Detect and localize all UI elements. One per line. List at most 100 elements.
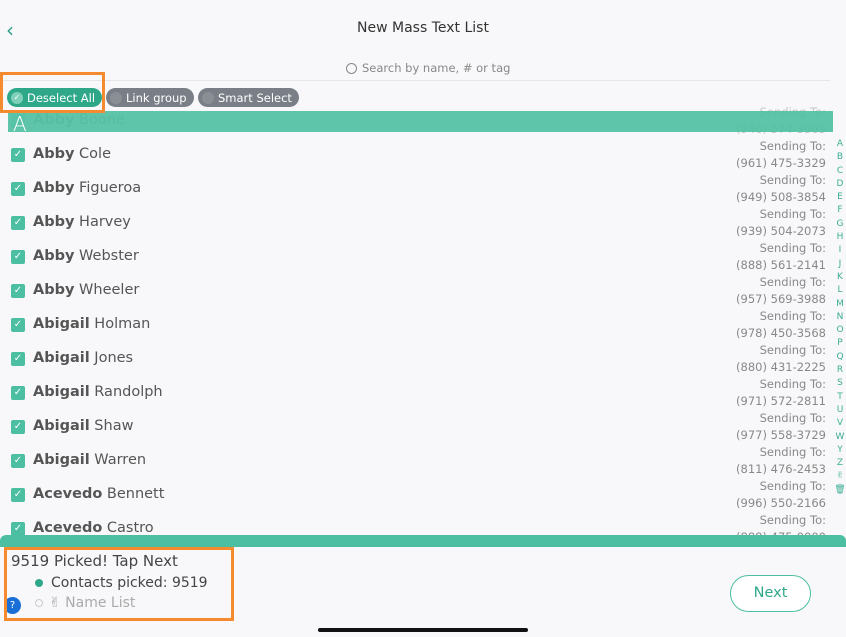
checkbox-checked-icon[interactable]: ✓ xyxy=(11,216,25,230)
radio-icon xyxy=(110,91,122,104)
index-letter[interactable]: A xyxy=(834,138,846,151)
sending-to-label: Sending To: xyxy=(759,309,826,323)
sending-to: Sending To: (939) 504-2073 xyxy=(736,206,826,240)
checkbox-checked-icon[interactable]: ✓ xyxy=(11,352,25,366)
index-letter[interactable]: B xyxy=(834,151,846,164)
checkbox-checked-icon[interactable]: ✓ xyxy=(11,522,25,536)
index-letter[interactable]: H xyxy=(834,231,846,244)
sending-to: Sending To: (996) 550-2166 xyxy=(736,478,826,512)
index-letter[interactable]: M xyxy=(834,298,846,311)
sending-to-label: Sending To: xyxy=(759,343,826,357)
contact-name: Abby Wheeler xyxy=(33,282,139,298)
sending-to-label: Sending To: xyxy=(759,275,826,289)
link-group-label: Link group xyxy=(126,90,187,105)
sending-to: Sending To: (957) 569-3988 xyxy=(736,274,826,308)
contact-row[interactable]: ✓ Abigail Warren Sending To: (811) 476-24… xyxy=(0,444,830,478)
index-letter[interactable]: P xyxy=(834,337,846,350)
index-letter[interactable]: S xyxy=(834,377,846,390)
contact-row[interactable]: ✓ Acevedo Bennett Sending To: (996) 550-2… xyxy=(0,478,830,512)
index-letter[interactable]: 🗑 xyxy=(834,484,846,497)
index-letter[interactable]: U xyxy=(834,404,846,417)
index-letter[interactable]: J xyxy=(834,258,846,271)
checkbox-checked-icon[interactable]: ✓ xyxy=(11,386,25,400)
index-letter[interactable]: R xyxy=(834,364,846,377)
contact-row[interactable]: ✓ Abby Cole Sending To: (961) 475-3329 xyxy=(0,138,830,172)
checkbox-checked-icon[interactable]: ✓ xyxy=(11,420,25,434)
contact-row[interactable]: ✓ Abby Webster Sending To: (888) 561-2141 xyxy=(0,240,830,274)
first-name: Abby xyxy=(33,214,75,230)
contact-row[interactable]: ✓ Abigail Shaw Sending To: (977) 558-3729 xyxy=(0,410,830,444)
index-letter[interactable]: C xyxy=(834,165,846,178)
contact-row[interactable]: ✓ Abigail Jones Sending To: (880) 431-222… xyxy=(0,342,830,376)
checkbox-checked-icon[interactable]: ✓ xyxy=(11,182,25,196)
contact-name: Abby Cole xyxy=(33,146,111,162)
last-name: Cole xyxy=(79,146,111,162)
divider xyxy=(0,80,830,81)
smart-select-label: Smart Select xyxy=(218,90,292,105)
sending-to-label: Sending To: xyxy=(759,173,826,187)
first-name: Abigail xyxy=(33,316,90,332)
last-name: Figueroa xyxy=(79,180,142,196)
index-letter[interactable]: W xyxy=(834,431,846,444)
index-letter[interactable]: K xyxy=(834,271,846,284)
first-name: Abby xyxy=(33,282,75,298)
phone-number: (977) 558-3729 xyxy=(736,428,826,442)
index-letter[interactable]: I xyxy=(834,244,846,257)
radio-icon xyxy=(202,91,214,104)
last-name: Jones xyxy=(94,350,134,366)
checkbox-checked-icon[interactable]: ✓ xyxy=(11,488,25,502)
alphabet-index[interactable]: A B C D E F G H I J K L M N O P Q R S T U V W Y Z ✌ 🗑 xyxy=(834,138,846,497)
phone-number: (888) 561-2141 xyxy=(736,258,826,272)
highlight-box-status xyxy=(4,547,234,621)
contact-name: Abby Webster xyxy=(33,248,139,264)
index-letter[interactable]: Q xyxy=(834,351,846,364)
first-name: Abby xyxy=(33,146,75,162)
last-name: Holman xyxy=(94,316,151,332)
index-letter[interactable]: E xyxy=(834,191,846,204)
sending-to-label: Sending To: xyxy=(759,377,826,391)
contact-row[interactable]: ✓ Abby Figueroa Sending To: (949) 508-385… xyxy=(0,172,830,206)
index-letter[interactable]: N xyxy=(834,311,846,324)
index-letter[interactable]: Z xyxy=(834,457,846,470)
sending-to-label: Sending To: xyxy=(759,207,826,221)
last-name: Warren xyxy=(94,452,147,468)
first-name: Abigail xyxy=(33,452,90,468)
index-letter[interactable]: V xyxy=(834,417,846,430)
sending-to-label: Sending To: xyxy=(759,241,826,255)
sending-to: Sending To: (961) 475-3329 xyxy=(736,138,826,172)
index-letter[interactable]: D xyxy=(834,178,846,191)
checkbox-checked-icon[interactable]: ✓ xyxy=(11,318,25,332)
index-letter[interactable]: ✌ xyxy=(834,470,846,483)
sending-to: Sending To: (978) 450-3568 xyxy=(736,308,826,342)
last-name: Shaw xyxy=(94,418,134,434)
index-letter[interactable]: L xyxy=(834,284,846,297)
index-letter[interactable]: F xyxy=(834,204,846,217)
sending-to: Sending To: (811) 476-2453 xyxy=(736,444,826,478)
sending-to-label: Sending To: xyxy=(759,445,826,459)
checkbox-checked-icon[interactable]: ✓ xyxy=(11,284,25,298)
sending-to: Sending To: (888) 561-2141 xyxy=(736,240,826,274)
checkbox-checked-icon[interactable]: ✓ xyxy=(11,454,25,468)
contact-row[interactable]: ✓ Abigail Randolph Sending To: (971) 572-… xyxy=(0,376,830,410)
index-letter[interactable]: G xyxy=(834,218,846,231)
last-name: Harvey xyxy=(79,214,131,230)
search-input[interactable]: Search by name, # or tag xyxy=(346,61,510,75)
sending-to-label: Sending To: xyxy=(759,411,826,425)
last-name: Castro xyxy=(106,520,154,536)
first-name: Abigail xyxy=(33,384,90,400)
bottom-accent-bar xyxy=(0,535,846,547)
contact-row[interactable]: ✓ Abby Harvey Sending To: (939) 504-2073 xyxy=(0,206,830,240)
index-letter[interactable]: O xyxy=(834,324,846,337)
contact-row[interactable]: ✓ Abby Wheeler Sending To: (957) 569-3988 xyxy=(0,274,830,308)
sending-to: Sending To: (949) 508-3854 xyxy=(736,172,826,206)
contact-name: Abigail Holman xyxy=(33,316,150,332)
checkbox-checked-icon[interactable]: ✓ xyxy=(11,148,25,162)
first-name: Acevedo xyxy=(33,520,103,536)
index-letter[interactable]: Y xyxy=(834,444,846,457)
section-header-bar xyxy=(8,111,833,132)
next-button[interactable]: Next xyxy=(730,575,811,612)
index-letter[interactable]: T xyxy=(834,391,846,404)
contact-name: Abigail Randolph xyxy=(33,384,163,400)
contact-row[interactable]: ✓ Abigail Holman Sending To: (978) 450-35… xyxy=(0,308,830,342)
checkbox-checked-icon[interactable]: ✓ xyxy=(11,250,25,264)
